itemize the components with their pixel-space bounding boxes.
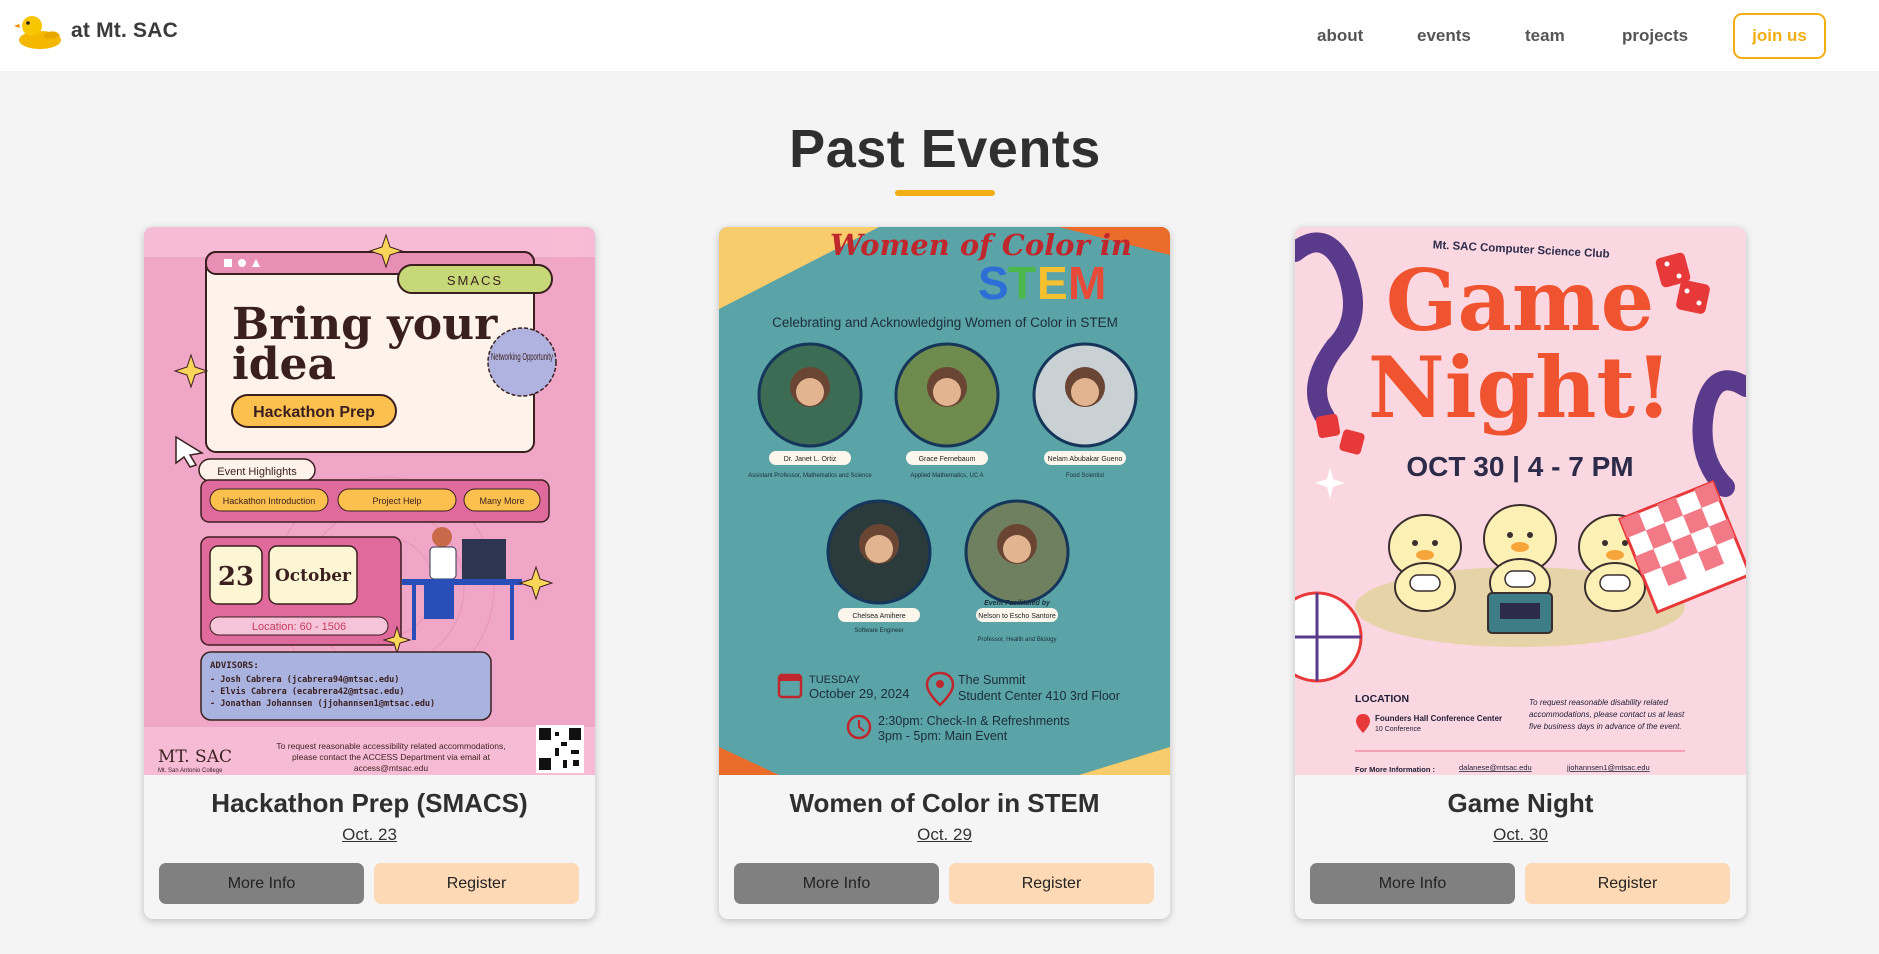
poster-day-of-week: TUESDAY (809, 674, 861, 686)
poster-school: MT. SAC (158, 747, 232, 767)
title-underline (895, 190, 995, 196)
poster-speaker-3: Nelam Abubakar Gueno (1048, 456, 1123, 463)
poster-venue-2: Student Center 410 3rd Floor (958, 689, 1120, 703)
poster-headline-1: Game (1386, 251, 1655, 350)
poster-highlight-2: Project Help (372, 496, 421, 506)
poster-speaker-1: Dr. Janet L. Ortiz (784, 456, 837, 463)
poster-time-2: 3pm - 5pm: Main Event (878, 729, 1008, 743)
nav-link-team[interactable]: team (1525, 26, 1565, 46)
poster-location-label: LOCATION (1355, 693, 1409, 705)
register-button[interactable]: Register (374, 863, 579, 904)
poster-stem-t: T (1008, 257, 1036, 309)
event-poster-game-night[interactable]: Mt. SAC Computer Science Club Game Night… (1295, 227, 1746, 775)
poster-advisor-2: - Elvis Cabrera (ecabrera42@mtsac.edu) (210, 686, 404, 697)
poster-access-note-1: To request reasonable disability related (1529, 698, 1668, 707)
poster-highlight-3: Many More (479, 496, 524, 506)
poster-subtitle: Hackathon Prep (253, 404, 375, 421)
poster-speaker-4: Chelsea Amihere (852, 613, 905, 620)
poster-day: 23 (218, 562, 254, 592)
poster-contact-2: jjohannsen1@mtsac.edu (1566, 763, 1650, 772)
poster-more-info-label: For More Information : (1355, 765, 1435, 774)
navbar: at Mt. SAC about events team projects jo… (0, 0, 1879, 71)
poster-speaker-role-2: Applied Mathematics, UC A (910, 473, 983, 479)
poster-speaker-role-3: Food Scientist (1066, 473, 1104, 479)
women-of-color-poster-art: Women of Color in S T E M Celebrating an… (719, 227, 1170, 775)
poster-time-1: 2:30pm: Check-In & Refreshments (878, 714, 1070, 728)
poster-school-sub: Mt. San Antonio College (158, 768, 223, 774)
join-us-button[interactable]: join us (1733, 13, 1826, 59)
poster-location-2: 10 Conference (1375, 726, 1421, 733)
poster-event-date: October 29, 2024 (809, 686, 909, 701)
more-info-button[interactable]: More Info (159, 863, 364, 904)
game-night-poster-art: Mt. SAC Computer Science Club Game Night… (1295, 227, 1746, 775)
event-date-link[interactable]: Oct. 23 (144, 825, 595, 845)
event-card-women-of-color: Women of Color in S T E M Celebrating an… (719, 227, 1170, 919)
poster-headline-2: Night! (1368, 338, 1672, 437)
event-card-hackathon: SMACS Bring your idea Networking Opportu… (144, 227, 595, 919)
poster-month: October (275, 566, 352, 586)
poster-stem-s: S (978, 257, 1009, 309)
event-title: Women of Color in STEM (789, 788, 1100, 818)
event-title: Game Night (1447, 788, 1594, 818)
event-card-game-night: Mt. SAC Computer Science Club Game Night… (1295, 227, 1746, 919)
poster-speaker-role-5: Professor, Health and Biology (977, 637, 1056, 643)
poster-venue-1: The Summit (958, 673, 1026, 687)
poster-access-note-3: five business days in advance of the eve… (1529, 722, 1682, 731)
qr-code-icon (536, 725, 584, 773)
poster-badge: Networking Opportunity (491, 352, 553, 363)
poster-access-note-2: please contact the ACCESS Department via… (292, 752, 491, 762)
poster-highlights-label: Event Highlights (217, 466, 297, 478)
event-title: Hackathon Prep (SMACS) (211, 788, 528, 818)
poster-access-note-1: To request reasonable accessibility rela… (276, 741, 505, 751)
poster-access-note-2: accommodations, please contact us at lea… (1529, 710, 1685, 719)
poster-when: OCT 30 | 4 - 7 PM (1406, 451, 1633, 482)
register-button[interactable]: Register (949, 863, 1154, 904)
poster-speaker-5: Nelson to Escho Santore (978, 613, 1056, 620)
poster-stem-e: E (1037, 257, 1068, 309)
poster-tagline: Celebrating and Acknowledging Women of C… (772, 315, 1118, 330)
rubber-duck-icon (14, 16, 61, 49)
poster-highlight-1: Hackathon Introduction (223, 496, 316, 506)
page-title: Past Events (789, 119, 1101, 179)
brand-name: at Mt. SAC (71, 19, 178, 42)
brand-logo-link[interactable]: at Mt. SAC (14, 12, 178, 50)
more-info-button[interactable]: More Info (1310, 863, 1515, 904)
event-poster-hackathon[interactable]: SMACS Bring your idea Networking Opportu… (144, 227, 595, 775)
hackathon-poster-art: SMACS Bring your idea Networking Opportu… (144, 227, 595, 775)
event-date-link[interactable]: Oct. 29 (719, 825, 1170, 845)
poster-advisor-3: - Jonathan Johannsen (jjohannsen1@mtsac.… (210, 698, 435, 709)
poster-stem-m: M (1068, 257, 1106, 309)
poster-location-1: Founders Hall Conference Center (1375, 714, 1502, 723)
poster-speaker-role-4: Software Engineer (854, 628, 903, 634)
poster-advisors-label: ADVISORS: (210, 661, 259, 671)
nav-link-projects[interactable]: projects (1622, 26, 1688, 46)
event-date-link[interactable]: Oct. 30 (1295, 825, 1746, 845)
poster-contact-1: dalanese@mtsac.edu (1459, 763, 1532, 772)
poster-facilitator-label: Event Facilitated by (984, 600, 1051, 607)
poster-tag: SMACS (447, 273, 503, 288)
poster-headline-2: idea (232, 339, 336, 390)
register-button[interactable]: Register (1525, 863, 1730, 904)
poster-speaker-role-1: Assistant Professor, Mathematics and Sci… (748, 473, 872, 479)
nav-link-events[interactable]: events (1417, 26, 1471, 46)
event-poster-women-of-color[interactable]: Women of Color in S T E M Celebrating an… (719, 227, 1170, 775)
poster-access-note-3: access@mtsac.edu (354, 763, 429, 773)
nav-link-about[interactable]: about (1317, 26, 1363, 46)
poster-advisor-1: - Josh Cabrera (jcabrera94@mtsac.edu) (210, 674, 399, 685)
more-info-button[interactable]: More Info (734, 863, 939, 904)
poster-location: Location: 60 - 1506 (252, 621, 346, 633)
poster-speaker-2: Grace Fernebaum (919, 456, 976, 463)
